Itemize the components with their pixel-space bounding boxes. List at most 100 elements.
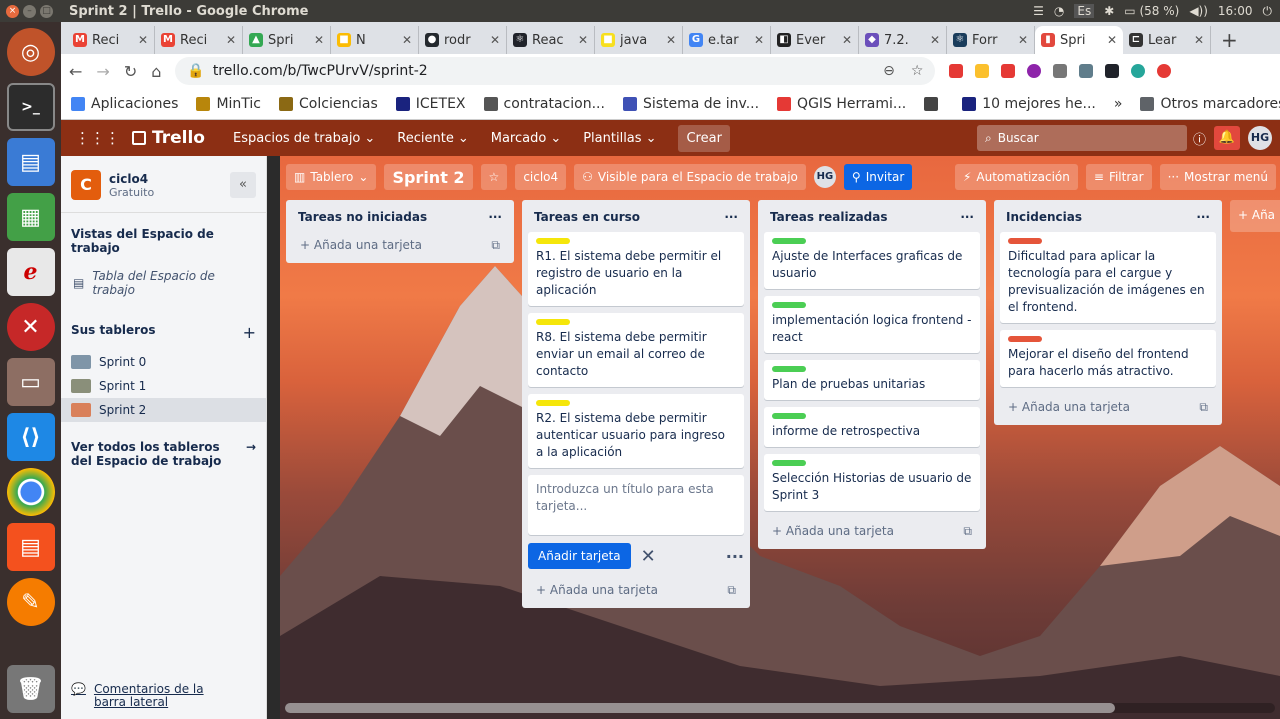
extension-icon[interactable] [1053, 64, 1068, 78]
writer-icon[interactable]: ▤ [6, 138, 55, 186]
close-tab-icon[interactable]: ✕ [930, 33, 940, 47]
new-tab-button[interactable]: + [1211, 26, 1248, 54]
card[interactable]: Dificultad para aplicar la tecnología pa… [1000, 232, 1216, 323]
browser-tab[interactable]: ⚛ Forr ✕ [947, 26, 1035, 54]
add-card-button[interactable]: + Añada una tarjeta ⧉ [1000, 394, 1216, 417]
volume-icon[interactable]: ◀)) [1189, 4, 1208, 18]
filter-button[interactable]: ≡ Filtrar [1085, 164, 1152, 190]
card[interactable]: R1. El sistema debe permitir el registro… [528, 232, 744, 306]
browser-tab[interactable]: ⚛ Reac ✕ [507, 26, 595, 54]
star-board-button[interactable]: ☆ [480, 164, 508, 190]
close-tab-icon[interactable]: ✕ [842, 33, 852, 47]
reload-icon[interactable]: ↻ [124, 62, 137, 81]
member-avatar[interactable]: HG [813, 166, 836, 188]
template-icon[interactable]: ⧉ [963, 524, 972, 539]
collapse-sidebar-button[interactable]: « [230, 172, 256, 198]
menu-workspaces[interactable]: Espacios de trabajo ⌄ [225, 125, 383, 152]
menu-templates[interactable]: Plantillas ⌄ [575, 125, 664, 152]
list-title[interactable]: Tareas no iniciadas [298, 210, 427, 224]
create-button[interactable]: Crear [678, 124, 730, 152]
info-icon[interactable]: ⓘ [1193, 129, 1206, 148]
bookmark-item[interactable]: Aplicaciones [71, 96, 178, 112]
menu-starred[interactable]: Marcado ⌄ [483, 125, 569, 152]
close-tab-icon[interactable]: ✕ [138, 33, 148, 47]
bookmark-item[interactable]: MinTic [196, 96, 261, 112]
battery-indicator[interactable]: ▭ (58 %) [1124, 4, 1179, 18]
terminal-icon[interactable]: >_ [6, 83, 55, 131]
bluetooth-icon[interactable]: ✱ [1104, 4, 1114, 18]
browser-tab[interactable]: ■ java ✕ [595, 26, 683, 54]
more-icon[interactable]: ··· [726, 547, 744, 566]
add-list-button[interactable]: + Aña [1230, 200, 1280, 232]
extension-icon[interactable] [975, 64, 990, 78]
extension-icon[interactable] [1079, 64, 1094, 78]
scrollbar-thumb[interactable] [285, 703, 1115, 713]
notes-icon[interactable]: ▤ [6, 523, 55, 571]
trello-logo[interactable]: Trello [132, 128, 205, 148]
calc-icon[interactable]: ▦ [6, 193, 55, 241]
menu-recent[interactable]: Reciente ⌄ [389, 125, 476, 152]
close-icon[interactable]: ✕ [641, 546, 656, 567]
files-icon[interactable]: ▭ [6, 358, 55, 406]
template-icon[interactable]: ⧉ [1199, 400, 1208, 415]
back-icon[interactable]: ← [69, 62, 82, 81]
profile-icon[interactable] [1131, 64, 1146, 78]
template-icon[interactable]: ⧉ [491, 238, 500, 253]
close-tab-icon[interactable]: ✕ [226, 33, 236, 47]
browser-tab[interactable]: ◆ 7.2. ✕ [859, 26, 947, 54]
card[interactable]: Ajuste de Interfaces graficas de usuario [764, 232, 980, 289]
minimize-window-button[interactable]: – [23, 4, 36, 18]
clock[interactable]: 16:00 [1218, 4, 1253, 18]
list-title[interactable]: Incidencias [1006, 210, 1082, 224]
automation-button[interactable]: ⚡ Automatización [954, 164, 1078, 190]
list-menu-icon[interactable]: ··· [488, 210, 502, 224]
bookmark-item[interactable]: 10 mejores he... [962, 96, 1096, 112]
close-tab-icon[interactable]: ✕ [490, 33, 500, 47]
list-menu-icon[interactable]: ··· [724, 210, 738, 224]
wifi-icon[interactable]: ◔ [1054, 4, 1064, 18]
forward-icon[interactable]: → [96, 62, 109, 81]
board-view-switcher[interactable]: ▥ Tablero ⌄ [286, 164, 377, 190]
close-window-button[interactable]: × [6, 4, 19, 18]
close-tab-icon[interactable]: ✕ [666, 33, 676, 47]
list-title[interactable]: Tareas en curso [534, 210, 640, 224]
extension-icon[interactable] [1027, 64, 1042, 78]
bookmark-item[interactable]: contratacion... [483, 96, 605, 112]
close-tab-icon[interactable]: ✕ [402, 33, 412, 47]
bookmark-item[interactable]: Colciencias [279, 96, 378, 112]
geogebra-icon[interactable]: ✕ [6, 303, 55, 351]
add-card-button[interactable]: + Añada una tarjeta ⧉ [292, 232, 508, 255]
card[interactable]: implementación logica frontend - react [764, 296, 980, 353]
workspace-button[interactable]: ciclo4 [515, 164, 567, 190]
close-tab-icon[interactable]: ✕ [754, 33, 764, 47]
close-tab-icon[interactable]: ✕ [578, 33, 588, 47]
visibility-button[interactable]: ⚇ Visible para el Espacio de trabajo [574, 164, 806, 190]
card[interactable]: Mejorar el diseño del frontend para hace… [1000, 330, 1216, 387]
menu-icon[interactable]: ☰ [1033, 4, 1044, 18]
add-card-submit-button[interactable]: Añadir tarjeta [528, 543, 631, 569]
bookmark-item[interactable]: Sistema de inv... [622, 96, 759, 112]
card-title-input[interactable]: Introduzca un título para esta tarjeta..… [528, 475, 744, 535]
inkscape-icon[interactable]: ✎ [6, 578, 55, 626]
card[interactable]: R2. El sistema debe permitir autenticar … [528, 394, 744, 468]
other-bookmarks-folder[interactable]: Otros marcadores [1140, 96, 1280, 112]
card[interactable]: Plan de pruebas unitarias [764, 360, 980, 400]
sidebar-board-sprint-0[interactable]: Sprint 0 [61, 350, 266, 374]
board-horizontal-scrollbar[interactable] [285, 703, 1275, 713]
card[interactable]: Selección Historias de usuario de Sprint… [764, 454, 980, 511]
react-devtools-icon[interactable] [1105, 64, 1120, 78]
browser-tab[interactable]: Ge.tar ✕ [683, 26, 771, 54]
home-icon[interactable]: ⌂ [151, 62, 161, 81]
app-switcher-icon[interactable]: ⋮⋮⋮ [75, 129, 120, 147]
card[interactable]: informe de retrospectiva [764, 407, 980, 447]
browser-tab[interactable]: ■ N ✕ [331, 26, 419, 54]
add-card-button[interactable]: + Añada una tarjeta ⧉ [528, 577, 744, 600]
extension-icon[interactable] [1157, 64, 1172, 78]
list-menu-icon[interactable]: ··· [1196, 210, 1210, 224]
evince-icon[interactable]: ℯ [6, 248, 55, 296]
lock-icon[interactable]: 🔒 [187, 63, 204, 79]
extension-icon[interactable] [1001, 64, 1016, 78]
maximize-window-button[interactable]: □ [40, 4, 53, 18]
trash-icon[interactable]: 🗑 [6, 665, 55, 713]
sidebar-item-table-view[interactable]: ▤ Tabla del Espacio de trabajo [61, 263, 266, 303]
